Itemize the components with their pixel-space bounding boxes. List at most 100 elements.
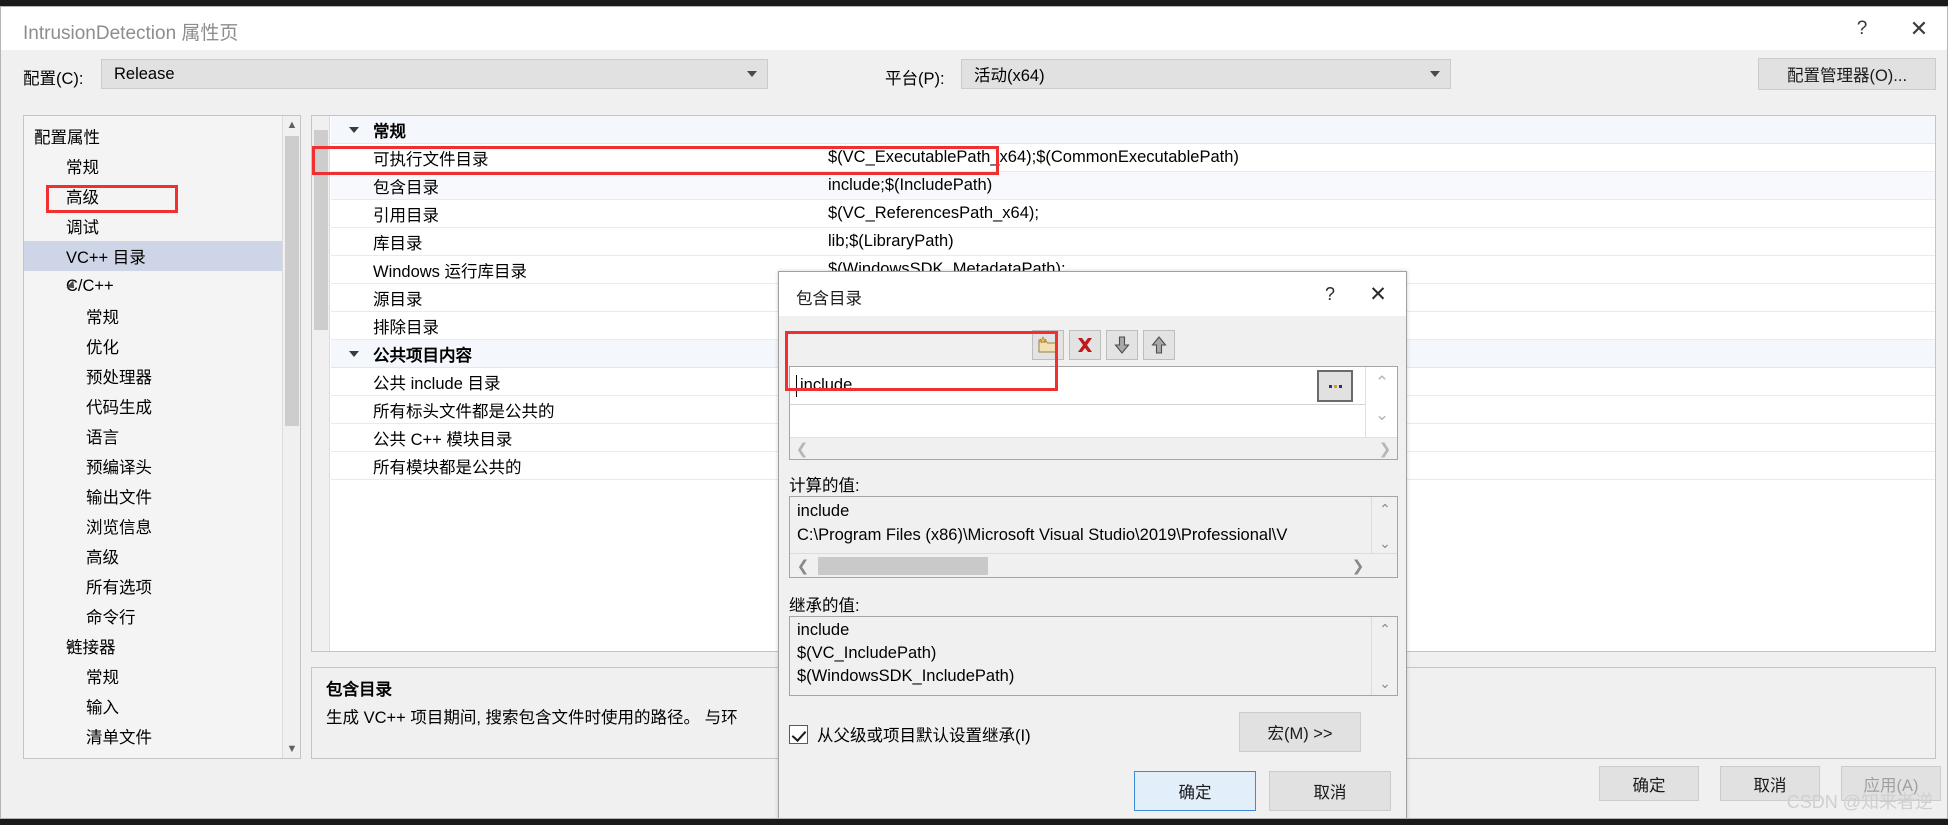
macros-button[interactable]: 宏(M) >> [1239,712,1361,752]
tree-item[interactable]: 输出文件 [24,481,282,511]
scroll-up-icon[interactable]: ▲ [283,116,300,134]
tree-item[interactable]: 常规 [24,661,282,691]
scroll-down-icon[interactable]: ⌄ [1366,401,1398,429]
delete-icon[interactable] [1069,330,1101,360]
grid-row-name: 引用目录 [373,206,439,225]
tree-item-label: 命令行 [86,609,136,627]
tree-item[interactable]: 命令行 [24,601,282,631]
chevron-down-icon[interactable] [349,126,359,133]
new-folder-icon[interactable] [1032,330,1064,360]
configuration-manager-button[interactable]: 配置管理器(O)... [1758,58,1936,90]
configuration-select[interactable]: Release [101,59,768,89]
tree-item-label: 预编译头 [86,459,152,477]
tree-item[interactable]: 清单文件 [24,721,282,751]
inherited-vertical-scrollbar[interactable]: ⌃ ⌄ [1371,617,1397,695]
browse-button[interactable] [1317,370,1353,402]
tree-item-label: 输出文件 [86,489,152,507]
evaluated-scrollbar-thumb[interactable] [818,557,988,575]
evaluated-horizontal-scrollbar[interactable]: ❮ ❯ [790,553,1397,577]
close-icon[interactable]: ✕ [1891,7,1947,50]
tree-item-label: VC++ 目录 [66,249,146,267]
dialog-cancel-button[interactable]: 取消 [1269,771,1391,811]
tree-item-label: 调试 [86,754,119,758]
platform-select[interactable]: 活动(x64) [961,59,1451,89]
tree-item[interactable]: 常规 [24,301,282,331]
scroll-right-icon[interactable]: ❯ [1373,438,1397,460]
grid-row-value[interactable]: $(VC_ReferencesPath_x64); [828,204,1039,223]
scroll-up-icon[interactable]: ⌃ [1366,369,1398,397]
dialog-titlebar: 包含目录 ? ✕ [779,272,1406,316]
grid-scrollbar[interactable] [312,116,330,651]
grid-row[interactable]: 库目录 lib;$(LibraryPath) [331,228,1935,256]
inherit-checkbox[interactable] [789,724,808,744]
move-down-icon[interactable] [1106,330,1138,360]
scroll-up-icon[interactable]: ⌃ [1372,498,1398,520]
property-tree[interactable]: 配置属性 常规 高级 调试 VC++ 目录 C/C++ 常规 优化 预处理器 代码生成 语言 预编译头… [24,121,282,758]
tree-item[interactable]: 优化 [24,331,282,361]
tree-item[interactable]: 输入 [24,691,282,721]
directory-edit-row[interactable]: include [790,367,1365,405]
tree-scrollbar-thumb[interactable] [285,136,299,426]
dialog-help-icon[interactable]: ? [1306,272,1354,316]
tree-scrollbar[interactable]: ▲ ▼ [282,116,300,758]
evaluated-vertical-scrollbar[interactable]: ⌃ ⌄ [1371,497,1397,555]
property-pages-window: IntrusionDetection 属性页 ? ✕ 配置(C): Releas… [0,6,1948,819]
tree-item[interactable]: 语言 [24,421,282,451]
scroll-up-icon[interactable]: ⌃ [1372,618,1398,640]
grid-category-row[interactable]: 常规 [331,116,1935,144]
tree-item[interactable]: 链接器 [24,631,282,661]
tree-item[interactable]: 浏览信息 [24,511,282,541]
tree-item-label: 常规 [86,669,119,687]
tree-item[interactable]: 调试 [24,211,282,241]
inherited-line: $(WindowsSDK_IncludePath) [797,667,1015,685]
tree-item[interactable]: 高级 [24,181,282,211]
tree-item-label: 高级 [66,189,99,207]
scroll-down-icon[interactable]: ⌄ [1372,672,1398,694]
grid-row-name: 公共 include 目录 [373,374,501,393]
grid-scrollbar-thumb[interactable] [314,130,328,330]
inherited-value-box: include $(VC_IncludePath) $(WindowsSDK_I… [789,616,1398,696]
grid-row-name: 源目录 [373,290,423,309]
tree-item[interactable]: VC++ 目录 [24,241,282,271]
help-icon[interactable]: ? [1834,7,1890,50]
tree-item[interactable]: 常规 [24,151,282,181]
chevron-down-icon[interactable] [349,350,359,357]
grid-row-value[interactable]: include;$(IncludePath) [828,176,992,195]
directory-input-value[interactable]: include [800,376,852,395]
scroll-right-icon[interactable]: ❯ [1345,554,1371,578]
listbox-vertical-scrollbar[interactable]: ⌃ ⌄ [1365,367,1397,438]
dialog-ok-button[interactable]: 确定 [1134,771,1256,811]
configuration-bar: 配置(C): Release 平台(P): 活动(x64) 配置管理器(O)..… [1,50,1947,102]
inherit-checkbox-row[interactable]: 从父级或项目默认设置继承(I) [789,722,1031,746]
tree-item[interactable]: 所有选项 [24,571,282,601]
tree-item[interactable]: 代码生成 [24,391,282,421]
tree-item[interactable]: C/C++ [24,271,282,301]
tree-item[interactable]: 预处理器 [24,361,282,391]
chevron-down-icon [747,71,757,77]
move-up-icon[interactable] [1143,330,1175,360]
grid-row-name: Windows 运行库目录 [373,262,528,281]
chevron-down-icon [1430,71,1440,77]
scroll-left-icon[interactable]: ❮ [790,554,816,578]
grid-row[interactable]: 引用目录 $(VC_ReferencesPath_x64); [331,200,1935,228]
grid-row-value[interactable]: lib;$(LibraryPath) [828,232,954,251]
tree-item-label: 常规 [66,159,99,177]
grid-row[interactable]: 可执行文件目录 $(VC_ExecutablePath_x64);$(Common… [331,144,1935,172]
configuration-value: Release [114,64,175,83]
grid-row[interactable]: 包含目录 include;$(IncludePath) [331,172,1935,200]
tree-item-label: 优化 [86,339,119,357]
dialog-close-icon[interactable]: ✕ [1354,272,1402,316]
tree-item[interactable]: 调试 [24,751,282,758]
ok-button[interactable]: 确定 [1599,766,1699,801]
scroll-down-icon[interactable]: ▼ [283,740,300,758]
tree-item[interactable]: 高级 [24,541,282,571]
grid-row-value[interactable]: $(VC_ExecutablePath_x64);$(CommonExecuta… [828,148,1239,167]
tree-item[interactable]: 配置属性 [24,121,282,151]
ellipsis-icon [1328,384,1342,388]
directories-listbox[interactable]: include ⌃ ⌄ ❮ ❯ [789,366,1398,460]
tree-item-label: 高级 [86,549,119,567]
scroll-down-icon[interactable]: ⌄ [1372,532,1398,554]
listbox-horizontal-scrollbar[interactable]: ❮ ❯ [790,437,1397,459]
tree-item[interactable]: 预编译头 [24,451,282,481]
scroll-left-icon[interactable]: ❮ [790,438,814,460]
